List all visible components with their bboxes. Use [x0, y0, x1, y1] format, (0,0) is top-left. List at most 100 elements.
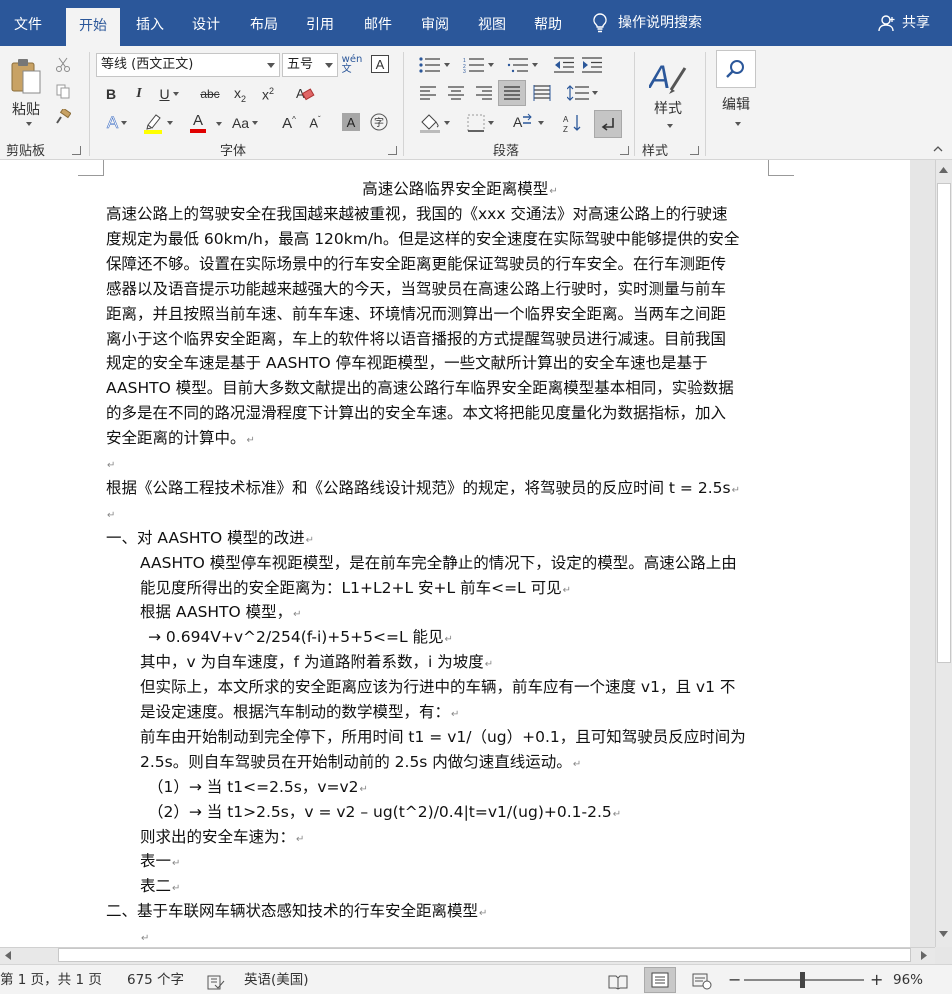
- tab-mailings[interactable]: 邮件: [352, 0, 404, 46]
- zoom-slider-thumb[interactable]: [800, 972, 805, 988]
- document-line-text: 保障还不够。设置在实际场景中的行车安全距离更能保证驾驶员的行车安全。在行车测距传: [106, 254, 727, 273]
- copy-button[interactable]: [52, 80, 74, 102]
- subscript-button[interactable]: x2: [228, 82, 252, 106]
- zoom-in-button[interactable]: +: [870, 965, 883, 994]
- align-center-button[interactable]: [444, 82, 468, 104]
- enclose-char-button[interactable]: 字: [368, 110, 390, 134]
- paragraph-mark-icon: ↵: [293, 609, 302, 621]
- shading-button[interactable]: [414, 110, 454, 136]
- clipboard-launcher[interactable]: [72, 146, 81, 155]
- document-area: 高速公路临界安全距离模型↵ 高速公路上的驾驶安全在我国越来越被重视，我国的《xx…: [0, 160, 935, 947]
- strikethrough-button[interactable]: abc: [196, 82, 224, 106]
- grow-font-button[interactable]: A^: [278, 110, 300, 136]
- page-count[interactable]: 第 1 页，共 1 页: [0, 965, 102, 994]
- scroll-left-button[interactable]: [2, 949, 14, 962]
- vertical-scroll-thumb[interactable]: [937, 183, 951, 663]
- bold-button[interactable]: B: [100, 82, 122, 106]
- char-border-button[interactable]: A: [369, 53, 391, 75]
- collapse-ribbon-button[interactable]: [930, 142, 946, 156]
- paste-dropdown[interactable]: [20, 120, 34, 128]
- superscript-icon: x2: [261, 85, 274, 103]
- styles-button-label: 样式: [654, 101, 682, 117]
- distributed-button[interactable]: [530, 82, 554, 104]
- font-name-combo[interactable]: 等线 (西文正文): [96, 53, 280, 77]
- scroll-up-button[interactable]: [936, 163, 951, 177]
- styles-button[interactable]: A 样式: [642, 52, 694, 134]
- tell-me-search[interactable]: 操作说明搜索: [592, 0, 702, 46]
- document-line: 一、对 AASHTO 模型的改进↵: [106, 526, 314, 553]
- text-effects-button[interactable]: A: [100, 110, 134, 136]
- document-line: ↵: [106, 501, 115, 528]
- decrease-indent-button[interactable]: [552, 54, 576, 76]
- svg-text:Z: Z: [563, 125, 568, 133]
- paragraph-mark-icon: ↵: [246, 435, 255, 447]
- chinese-layout-button[interactable]: A: [508, 110, 548, 136]
- superscript-button[interactable]: x2: [256, 82, 280, 106]
- increase-indent-button[interactable]: [580, 54, 604, 76]
- cut-button[interactable]: [52, 54, 74, 76]
- borders-button[interactable]: [460, 110, 500, 136]
- shrink-font-button[interactable]: Aˇ: [304, 110, 326, 136]
- document-page[interactable]: 高速公路临界安全距离模型↵ 高速公路上的驾驶安全在我国越来越被重视，我国的《xx…: [0, 160, 910, 947]
- tab-insert[interactable]: 插入: [124, 0, 176, 46]
- paste-button[interactable]: 粘贴: [6, 54, 46, 122]
- highlight-button[interactable]: [138, 110, 176, 136]
- tab-layout[interactable]: 布局: [238, 0, 290, 46]
- paragraph-launcher[interactable]: [620, 146, 629, 155]
- underline-button[interactable]: U: [154, 82, 184, 106]
- styles-launcher[interactable]: [690, 146, 699, 155]
- sort-button[interactable]: AZ: [560, 110, 586, 136]
- font-launcher[interactable]: [388, 146, 397, 155]
- tab-help[interactable]: 帮助: [522, 0, 574, 46]
- scroll-right-button[interactable]: [918, 949, 930, 962]
- char-shading-button[interactable]: A: [340, 110, 362, 134]
- clear-formatting-button[interactable]: A: [292, 82, 318, 106]
- document-line: 距离，并且按照当前车速、前车车速、环境情况而测算出一个临界安全距离。当两车之间距: [106, 302, 726, 327]
- shrink-font-icon: Aˇ: [309, 115, 321, 131]
- read-mode-button[interactable]: [608, 971, 628, 990]
- editing-button[interactable]: 编辑: [712, 50, 760, 132]
- tab-home[interactable]: 开始: [66, 8, 120, 46]
- increase-indent-icon: [582, 57, 602, 73]
- line-spacing-button[interactable]: [562, 82, 602, 104]
- language-indicator[interactable]: 英语(美国): [244, 965, 309, 994]
- crop-mark: [78, 160, 104, 176]
- proofing-indicator[interactable]: [207, 972, 225, 990]
- tab-design[interactable]: 设计: [180, 0, 232, 46]
- scroll-down-button[interactable]: [936, 927, 951, 941]
- zoom-out-button[interactable]: −: [728, 965, 741, 994]
- word-count[interactable]: 675 个字: [127, 965, 184, 994]
- paragraph-mark-icon: ↵: [562, 584, 572, 596]
- numbering-button[interactable]: 123: [458, 54, 498, 76]
- share-button[interactable]: 共享: [878, 0, 930, 46]
- multilevel-list-button[interactable]: [502, 54, 542, 76]
- svg-text:A: A: [513, 114, 523, 130]
- tab-review[interactable]: 审阅: [408, 0, 462, 46]
- document-line: 则求出的安全车速为：↵: [140, 825, 304, 852]
- print-layout-button[interactable]: [644, 967, 676, 993]
- tab-view[interactable]: 视图: [466, 0, 518, 46]
- web-layout-button[interactable]: [692, 971, 712, 990]
- bullets-button[interactable]: [414, 54, 454, 76]
- document-line: 表二↵: [140, 874, 180, 901]
- phonetic-guide-button[interactable]: wén 文: [340, 53, 364, 77]
- tab-file[interactable]: 文件: [0, 0, 56, 46]
- font-size-combo[interactable]: 五号: [282, 53, 338, 77]
- justify-button[interactable]: [498, 80, 526, 106]
- scissors-icon: [56, 57, 70, 72]
- tab-references[interactable]: 引用: [294, 0, 346, 46]
- enclose-char-icon: 字: [370, 113, 388, 131]
- italic-button[interactable]: I: [128, 82, 150, 106]
- font-color-button[interactable]: A: [182, 110, 214, 136]
- document-line-text: 感器以及语音提示功能越来越强大的今天，当驾驶员在高速公路上行驶时，实时测量与前车: [106, 279, 727, 298]
- align-right-button[interactable]: [472, 82, 496, 104]
- font-color-dropdown[interactable]: [212, 120, 222, 128]
- horizontal-scroll-thumb[interactable]: [58, 948, 911, 962]
- paragraph-group-label: 段落: [493, 144, 520, 159]
- change-case-button[interactable]: Aa: [228, 110, 262, 136]
- zoom-level[interactable]: 96%: [893, 965, 923, 994]
- document-line-text: 二、基于车联网车辆状态感知技术的行车安全距离模型: [106, 902, 479, 921]
- format-painter-button[interactable]: [52, 106, 74, 128]
- align-left-button[interactable]: [416, 82, 440, 104]
- show-marks-button[interactable]: [594, 110, 622, 138]
